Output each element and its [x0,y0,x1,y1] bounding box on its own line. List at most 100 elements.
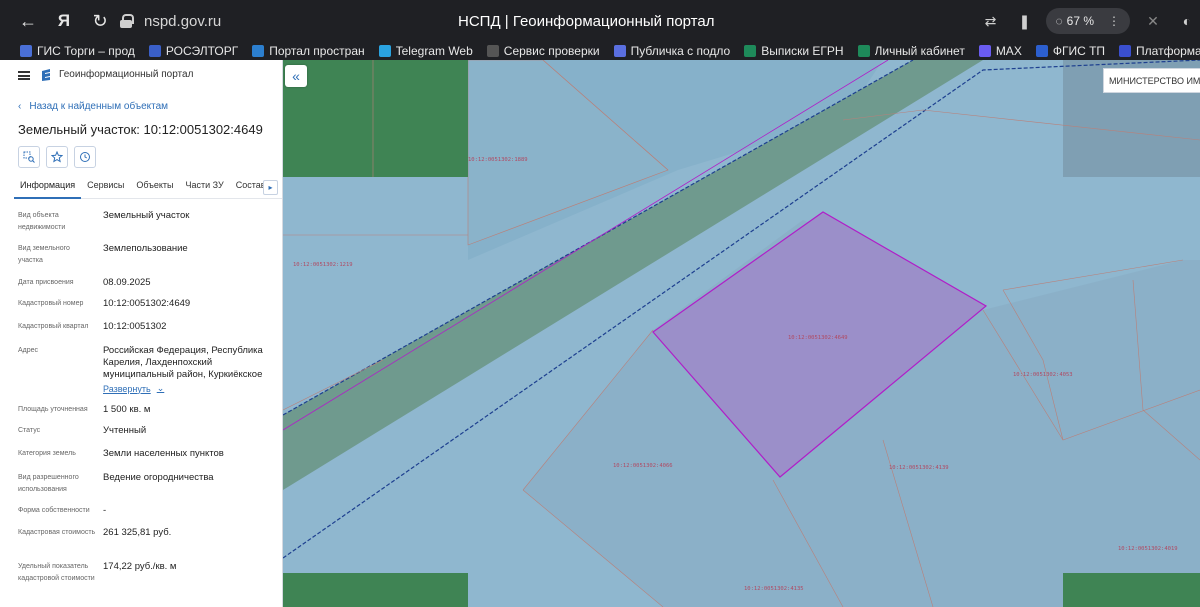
telegram-icon [378,45,391,57]
field-value: Землепользование [103,243,188,254]
back-link-label: Назад к найденным объектам [29,101,169,112]
tab-objects[interactable]: Объекты [130,177,179,199]
locate-icon [23,151,35,163]
bookmark-item[interactable]: Портал простран [252,44,365,58]
ministry-label[interactable]: МИНИСТЕРСТВО ИМ [1103,68,1200,93]
field-value: 08.09.2025 [103,277,151,288]
favorite-button[interactable] [46,146,68,168]
page-title: НСПД | Геоинформационный портал [458,13,715,30]
field-label: Категория земель [18,450,76,457]
bookmark-item[interactable]: Выписки ЕГРН [744,44,844,58]
bookmark-label: Платформа госуд [1136,44,1200,58]
tab-parts[interactable]: Части ЗУ [180,177,230,199]
bookmark-item[interactable]: Платформа госуд [1119,44,1200,58]
bookmark-item[interactable]: MAX [978,44,1022,58]
cabinet-icon [857,45,870,57]
field-label: Кадастровая стоимость [18,529,96,536]
locate-on-map-button[interactable] [18,146,40,168]
field-label: Вид разрешенного использования [18,474,79,493]
history-icon [80,152,90,162]
field-label: Удельный показатель кадастровой стоимост… [18,563,95,582]
browser-toolbar: ← Я ↻ nspd.gov.ru НСПД | Геоинформационн… [0,0,1200,42]
lock-icon [120,14,134,28]
back-to-results-link[interactable]: ‹ Назад к найденным объектам [18,101,168,112]
portal-logo-icon [42,69,50,81]
toolbar-right: ⇄ ❚ ◌ 67 % ⋮ ✕ ◐ [978,8,1200,34]
history-button[interactable] [74,146,96,168]
max-icon [978,45,991,57]
portal-icon [252,45,265,57]
tab-information[interactable]: Информация [14,177,82,199]
bookmark-item[interactable]: ФГИС ТП [1035,44,1105,58]
bookmark-label: MAX [995,44,1022,58]
yandex-icon[interactable]: Я [52,9,76,33]
bookmark-item[interactable]: Сервис проверки [486,44,600,58]
field-value: Учтенный [103,425,147,436]
collapse-panel-button[interactable]: « [285,65,307,87]
menu-icon[interactable] [18,71,30,80]
bookmark-label: Сервис проверки [503,44,600,58]
bookmark-item[interactable]: Публичка с подло [613,44,731,58]
field-value: 10:12:0051302 [103,321,167,332]
expand-label: Развернуть [103,383,151,394]
action-buttons [18,146,96,168]
field-label: Дата присвоения [18,279,74,286]
chevron-right-icon: ▸ [268,183,273,192]
portal-name: Геоинформационный портал [59,69,194,80]
bookmark-item[interactable]: РОСЭЛТОРГ [148,44,239,58]
tabs-next-button[interactable]: ▸ [263,180,278,195]
parcel-label: 10:12:0051302:1219 [293,262,353,268]
bookmark-label: Публичка с подло [630,44,731,58]
menu-dots-icon[interactable]: ⋮ [1108,14,1120,28]
bookmark-label: РОСЭЛТОРГ [165,44,239,58]
reload-icon[interactable]: ↻ [88,9,112,33]
chevron-left-icon: ‹ [18,101,22,112]
bookmark-item[interactable]: Личный кабинет [857,44,965,58]
bookmark-label: Портал простран [269,44,365,58]
field-label: Форма собственности [18,507,90,514]
bookmark-label: Личный кабинет [874,44,965,58]
chevron-down-icon: ⌄ [156,383,165,393]
field-value: Земельный участок [103,210,190,221]
fgis-icon [1035,45,1048,57]
parcel-label: 10:12:0051302:4066 [613,463,673,469]
field-value: 261 325,81 руб. [103,527,172,538]
field-label: Кадастровый номер [18,300,84,307]
publichka-icon [613,45,626,57]
bookmark-label: Выписки ЕГРН [761,44,844,58]
bookmark-icon[interactable]: ❚ [1012,8,1038,34]
forest-area [1063,573,1200,607]
field-value: 10:12:0051302:4649 [103,298,191,309]
panel-header: Геоинформационный портал [0,60,282,92]
field-label: Адрес [18,347,39,354]
extension-icon[interactable]: ✕ [1140,8,1166,34]
cadastral-map[interactable]: 10:12:0051302:1889 10:12:0051302:1219 10… [283,60,1200,607]
translate-icon[interactable]: ⇄ [978,8,1004,34]
gis-torgi-icon [20,45,32,57]
map-view[interactable]: 10:12:0051302:1889 10:12:0051302:1219 10… [283,60,1200,607]
parcel-label: 10:12:0051302:4053 [1013,372,1073,378]
parcel-label: 10:12:0051302:4019 [1118,546,1178,552]
field-label: Статус [18,427,41,434]
zoom-pill[interactable]: ◌ 67 % ⋮ [1045,8,1130,34]
object-title: Земельный участок: 10:12:0051302:4649 [18,122,263,137]
url-text: nspd.gov.ru [144,12,222,30]
object-info-panel: Геоинформационный портал ‹ Назад к найде… [0,60,283,607]
bookmarks-bar: ГИС Торги – прод РОСЭЛТОРГ Портал простран… [0,42,1200,60]
field-value: 174,22 руб./кв. м [103,561,177,572]
bookmark-item[interactable]: Telegram Web [378,44,473,58]
field-value: Земли населенных пунктов [103,448,224,459]
bookmark-item[interactable]: ГИС Торги – прод [20,44,135,58]
platform-icon [1119,45,1132,57]
back-arrow-icon[interactable]: ← [16,9,40,33]
bookmark-label: ГИС Торги – прод [37,44,135,58]
tab-services[interactable]: Сервисы [81,177,130,199]
profile-icon[interactable]: ◐ [1174,8,1200,34]
expand-address-link[interactable]: Развернуть ⌄ [103,383,164,394]
forest-area [283,60,468,177]
info-tabs: Информация Сервисы Объекты Части ЗУ Сост… [14,177,282,199]
double-chevron-left-icon: « [292,68,300,84]
roseltorg-icon [148,45,161,57]
field-label: Кадастровый квартал [18,323,89,330]
address-bar[interactable]: nspd.gov.ru [120,8,221,34]
